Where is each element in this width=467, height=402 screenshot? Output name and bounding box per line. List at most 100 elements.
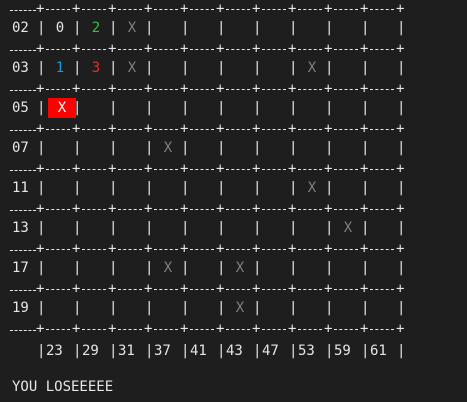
grid-border-dash <box>118 289 142 290</box>
grid-border-dash <box>334 169 358 170</box>
grid-corner: + <box>396 81 405 97</box>
board-cell[interactable]: X <box>48 98 76 118</box>
cell-separator: | <box>145 300 154 316</box>
grid-corner: + <box>324 81 333 97</box>
grid-border-dash <box>262 289 286 290</box>
grid-corner: + <box>396 1 405 17</box>
grid-corner: + <box>144 81 153 97</box>
cell-separator: | <box>181 260 190 276</box>
grid-corner: + <box>144 281 153 297</box>
cell-separator: | <box>361 260 370 276</box>
grid-corner: + <box>108 81 117 97</box>
row-label-underline <box>10 210 36 211</box>
grid-border-dash <box>226 9 250 10</box>
grid-corner: + <box>324 241 333 257</box>
cell-separator: | <box>325 300 334 316</box>
grid-border-dash <box>154 129 178 130</box>
grid-corner: + <box>252 281 261 297</box>
grid-corner: + <box>252 121 261 137</box>
board-cell[interactable]: X <box>227 259 253 277</box>
grid-border-dash <box>118 169 142 170</box>
grid-border-dash <box>334 9 358 10</box>
grid-border-dash <box>334 89 358 90</box>
grid-border-dash <box>226 329 250 330</box>
grid-border-dash <box>370 9 394 10</box>
cell-separator: | <box>325 140 334 156</box>
game-over-message: YOU LOSEEEEE <box>12 379 114 395</box>
row-label: 19 <box>12 300 29 316</box>
grid-corner: + <box>108 281 117 297</box>
grid-corner: + <box>36 81 45 97</box>
grid-border-dash <box>298 9 322 10</box>
board-cell[interactable]: 3 <box>83 59 109 77</box>
grid-border-dash <box>154 169 178 170</box>
column-label-text: 59 <box>334 343 351 359</box>
cell-separator: | <box>109 220 118 236</box>
board-cell[interactable]: 2 <box>83 19 109 37</box>
cell-separator: | <box>217 100 226 116</box>
cell-separator: | <box>181 300 190 316</box>
column-label: | <box>145 343 154 359</box>
grid-corner: + <box>396 161 405 177</box>
cell-separator: | <box>181 60 190 76</box>
column-label-end: | <box>397 343 406 359</box>
grid-corner: + <box>72 241 81 257</box>
grid-corner: + <box>144 321 153 337</box>
board-cell[interactable]: X <box>299 59 325 77</box>
grid-border-dash <box>46 89 70 90</box>
column-label-text: 37 <box>154 343 171 359</box>
board-cell[interactable]: X <box>227 299 253 317</box>
board-cell[interactable]: X <box>335 219 361 237</box>
grid-corner: + <box>144 161 153 177</box>
cell-separator: | <box>253 260 262 276</box>
grid-border-dash <box>82 209 106 210</box>
grid-corner: + <box>360 121 369 137</box>
grid-corner: + <box>180 81 189 97</box>
cell-separator: | <box>397 20 406 36</box>
column-label: | <box>181 343 190 359</box>
grid-corner: + <box>72 161 81 177</box>
cell-separator: | <box>397 140 406 156</box>
row-label-underline <box>10 50 36 51</box>
grid-corner: + <box>324 281 333 297</box>
board-cell[interactable]: 0 <box>47 19 73 37</box>
column-label-text: 47 <box>262 343 279 359</box>
column-label-text: 31 <box>118 343 135 359</box>
board-cell[interactable]: 1 <box>47 59 73 77</box>
cell-separator: | <box>217 260 226 276</box>
grid-border-dash <box>82 169 106 170</box>
board-cell[interactable]: X <box>155 259 181 277</box>
cell-separator: | <box>109 180 118 196</box>
board-cell[interactable]: X <box>155 139 181 157</box>
grid-border-dash <box>226 249 250 250</box>
board-cell[interactable]: X <box>299 179 325 197</box>
cell-separator: | <box>37 20 46 36</box>
grid-border-dash <box>298 129 322 130</box>
grid-corner: + <box>252 241 261 257</box>
cell-separator: | <box>253 300 262 316</box>
grid-border-dash <box>262 89 286 90</box>
grid-border-dash <box>298 49 322 50</box>
grid-corner: + <box>288 201 297 217</box>
grid-corner: + <box>180 321 189 337</box>
grid-border-dash <box>154 209 178 210</box>
board-cell[interactable]: X <box>119 59 145 77</box>
grid-border-dash <box>190 169 214 170</box>
row-label-underline <box>10 130 36 131</box>
cell-separator: | <box>325 100 334 116</box>
grid-corner: + <box>36 241 45 257</box>
grid-border-dash <box>370 209 394 210</box>
grid-border-dash <box>190 209 214 210</box>
grid-border-dash <box>298 209 322 210</box>
column-label: | <box>217 343 226 359</box>
grid-corner: + <box>72 201 81 217</box>
cell-separator: | <box>145 140 154 156</box>
grid-border-dash <box>118 209 142 210</box>
cell-separator: | <box>397 260 406 276</box>
cell-separator: | <box>145 220 154 236</box>
grid-border-dash <box>46 49 70 50</box>
grid-corner: + <box>36 41 45 57</box>
board-cell[interactable]: X <box>119 19 145 37</box>
grid-border-dash <box>334 289 358 290</box>
grid-corner: + <box>288 161 297 177</box>
